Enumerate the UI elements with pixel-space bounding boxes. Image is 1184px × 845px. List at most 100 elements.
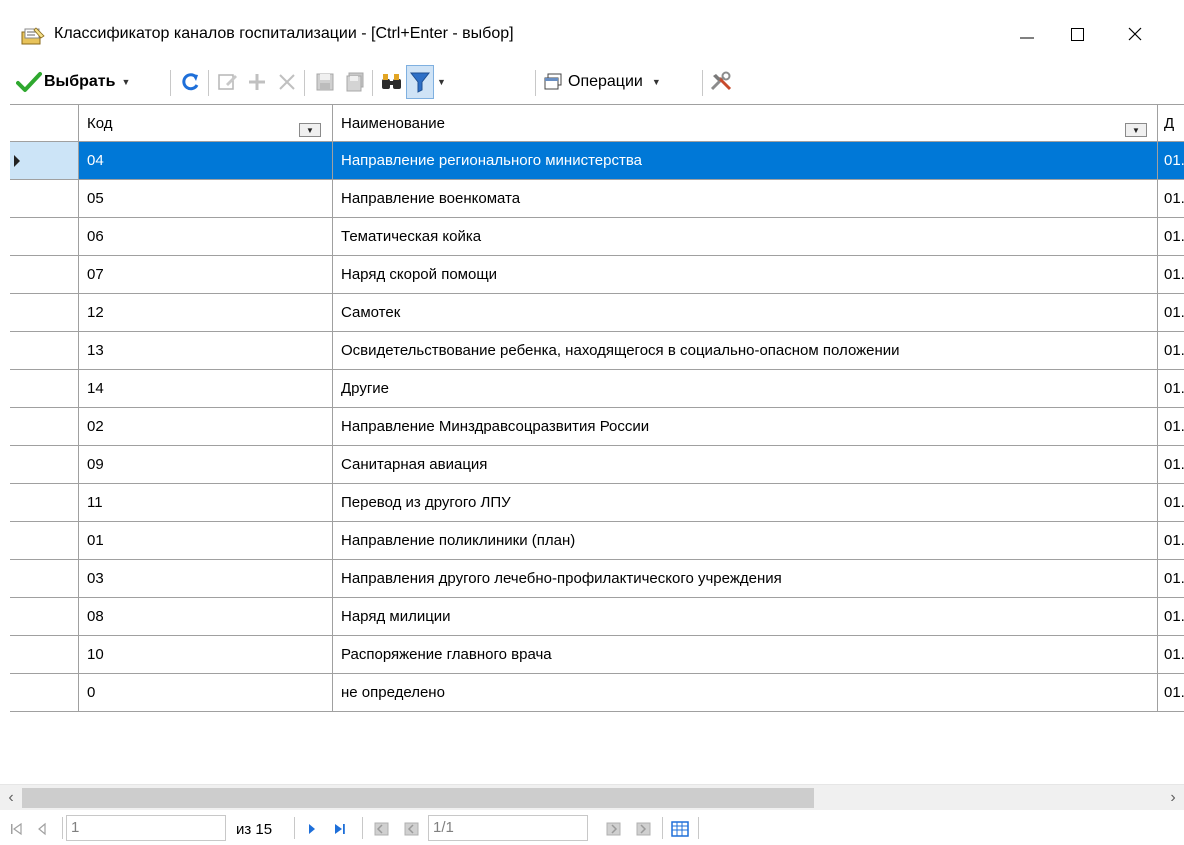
cell-name[interactable]: Распоряжение главного врача — [333, 636, 1158, 673]
save-all-button[interactable] — [344, 66, 366, 98]
column-filter-dropdown[interactable]: ▼ — [1125, 123, 1147, 137]
cell-code[interactable]: 04 — [79, 142, 333, 179]
maximize-button[interactable] — [1054, 14, 1100, 54]
cell-date[interactable]: 01. — [1158, 332, 1184, 369]
settings-button[interactable] — [708, 66, 734, 98]
page-input[interactable]: 1/1 — [428, 815, 588, 841]
table-row[interactable]: 08 Наряд милиции 01. — [10, 598, 1184, 636]
delete-button[interactable] — [276, 66, 298, 98]
cell-code[interactable]: 05 — [79, 180, 333, 217]
cell-code[interactable]: 06 — [79, 218, 333, 255]
table-row[interactable]: 02 Направление Минздравсоцразвития Росси… — [10, 408, 1184, 446]
tools-icon — [710, 71, 732, 91]
chevron-down-icon: ▼ — [1132, 125, 1140, 135]
cell-code[interactable]: 03 — [79, 560, 333, 597]
cell-date[interactable]: 01. — [1158, 446, 1184, 483]
column-filter-dropdown[interactable]: ▼ — [299, 123, 321, 137]
cell-name[interactable]: Направление поликлиники (план) — [333, 522, 1158, 559]
previous-page-button[interactable] — [402, 818, 422, 840]
horizontal-scrollbar[interactable]: ‹ › — [0, 784, 1184, 810]
grid-view-button[interactable] — [670, 818, 690, 840]
cell-name[interactable]: Направление регионального министерства — [333, 142, 1158, 179]
cell-name[interactable]: Тематическая койка — [333, 218, 1158, 255]
cell-name[interactable]: не определено — [333, 674, 1158, 711]
cell-code[interactable]: 11 — [79, 484, 333, 521]
table-row[interactable]: 05 Направление военкомата 01. — [10, 180, 1184, 218]
scrollbar-thumb[interactable] — [22, 788, 814, 808]
next-page-button[interactable] — [604, 818, 624, 840]
cell-name[interactable]: Наряд скорой помощи — [333, 256, 1158, 293]
copy-windows-icon — [544, 73, 562, 90]
table-row[interactable]: 14 Другие 01. — [10, 370, 1184, 408]
cell-date[interactable]: 01. — [1158, 484, 1184, 521]
cell-date[interactable]: 01. — [1158, 636, 1184, 673]
cell-date[interactable]: 01. — [1158, 294, 1184, 331]
cell-name[interactable]: Другие — [333, 370, 1158, 407]
cell-date[interactable]: 01. — [1158, 560, 1184, 597]
cell-date[interactable]: 01. — [1158, 180, 1184, 217]
last-record-button[interactable] — [332, 818, 348, 840]
cell-name[interactable]: Направление Минздравсоцразвития России — [333, 408, 1158, 445]
current-record-input[interactable]: 1 — [66, 815, 226, 841]
cell-date[interactable]: 01. — [1158, 370, 1184, 407]
row-indicator — [10, 142, 79, 179]
table-row[interactable]: 12 Самотек 01. — [10, 294, 1184, 332]
save-button[interactable] — [314, 66, 336, 98]
cell-name[interactable]: Направления другого лечебно-профилактиче… — [333, 560, 1158, 597]
select-button[interactable]: Выбрать ▼ — [16, 66, 130, 98]
column-header-date[interactable]: Д — [1158, 105, 1184, 141]
table-row[interactable]: 0 не определено 01. — [10, 674, 1184, 712]
cell-code[interactable]: 10 — [79, 636, 333, 673]
scroll-right-button[interactable]: › — [1162, 785, 1184, 811]
column-header-code[interactable]: Код ▼ — [79, 105, 333, 141]
table-row[interactable]: 01 Направление поликлиники (план) 01. — [10, 522, 1184, 560]
cell-name[interactable]: Перевод из другого ЛПУ — [333, 484, 1158, 521]
first-page-button[interactable] — [372, 818, 392, 840]
cell-date[interactable]: 01. — [1158, 674, 1184, 711]
refresh-button[interactable] — [180, 66, 202, 98]
cell-name[interactable]: Направление военкомата — [333, 180, 1158, 217]
table-row[interactable]: 13 Освидетельствование ребенка, находяще… — [10, 332, 1184, 370]
cell-code[interactable]: 07 — [79, 256, 333, 293]
operations-button[interactable]: Операции ▼ — [542, 66, 661, 98]
table-row[interactable]: 07 Наряд скорой помощи 01. — [10, 256, 1184, 294]
cell-code[interactable]: 12 — [79, 294, 333, 331]
close-button[interactable] — [1112, 14, 1158, 54]
scroll-left-button[interactable]: ‹ — [0, 785, 22, 811]
cell-date[interactable]: 01. — [1158, 522, 1184, 559]
cell-date[interactable]: 01. — [1158, 218, 1184, 255]
table-row[interactable]: 04 Направление регионального министерств… — [10, 142, 1184, 180]
column-header-name[interactable]: Наименование ▼ — [333, 105, 1158, 141]
cell-code[interactable]: 08 — [79, 598, 333, 635]
cell-name[interactable]: Санитарная авиация — [333, 446, 1158, 483]
next-record-button[interactable] — [304, 818, 320, 840]
cell-date[interactable]: 01. — [1158, 408, 1184, 445]
filter-button[interactable]: ▼ — [406, 64, 446, 100]
cell-code[interactable]: 13 — [79, 332, 333, 369]
cell-name[interactable]: Наряд милиции — [333, 598, 1158, 635]
record-navigator: 1 из 15 1/1 — [0, 810, 1184, 845]
cell-code[interactable]: 01 — [79, 522, 333, 559]
table-row[interactable]: 06 Тематическая койка 01. — [10, 218, 1184, 256]
first-record-button[interactable] — [8, 818, 24, 840]
save-all-icon — [346, 72, 364, 92]
table-row[interactable]: 10 Распоряжение главного врача 01. — [10, 636, 1184, 674]
cell-date[interactable]: 01. — [1158, 142, 1184, 179]
cell-code[interactable]: 0 — [79, 674, 333, 711]
cell-code[interactable]: 09 — [79, 446, 333, 483]
search-button[interactable] — [380, 66, 404, 98]
table-row[interactable]: 11 Перевод из другого ЛПУ 01. — [10, 484, 1184, 522]
cell-code[interactable]: 14 — [79, 370, 333, 407]
minimize-button[interactable] — [1004, 14, 1050, 54]
cell-name[interactable]: Освидетельствование ребенка, находящегос… — [333, 332, 1158, 369]
cell-date[interactable]: 01. — [1158, 598, 1184, 635]
cell-date[interactable]: 01. — [1158, 256, 1184, 293]
edit-button[interactable] — [216, 66, 240, 98]
add-button[interactable] — [246, 66, 268, 98]
cell-code[interactable]: 02 — [79, 408, 333, 445]
table-row[interactable]: 09 Санитарная авиация 01. — [10, 446, 1184, 484]
cell-name[interactable]: Самотек — [333, 294, 1158, 331]
table-row[interactable]: 03 Направления другого лечебно-профилакт… — [10, 560, 1184, 598]
last-page-button[interactable] — [634, 818, 654, 840]
previous-record-button[interactable] — [34, 818, 50, 840]
